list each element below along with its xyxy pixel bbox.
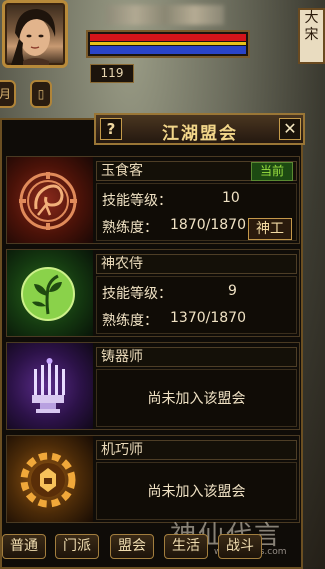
panel-title: 江湖盟会	[162, 124, 238, 144]
skill-level-row: 技能等级： 10	[102, 190, 240, 210]
skill-level-label: 技能等级：	[102, 286, 172, 302]
guild-stats: 尚未加入该盟会	[96, 369, 297, 427]
tab-general[interactable]: 普通	[2, 534, 46, 559]
guild-card-forge[interactable]: 铸器师 尚未加入该盟会	[6, 342, 300, 430]
divine-craft-button[interactable]: 神工	[248, 218, 292, 240]
portrait-art	[11, 9, 56, 65]
faction-banner: 大宋	[298, 8, 325, 64]
guild-emblem-zone	[7, 157, 93, 243]
rage-bar	[90, 42, 246, 45]
proficiency-label: 熟练度：	[102, 220, 158, 236]
moon-button[interactable]: 月	[0, 80, 16, 108]
skill-level-row: 技能等级： 9	[102, 283, 237, 303]
tab-combat[interactable]: 战斗	[218, 534, 262, 559]
panel-header: ? 江湖盟会 ✕	[94, 113, 305, 145]
guild-name: 铸器师	[96, 347, 297, 367]
guild-name: 机巧师	[96, 440, 297, 460]
proficiency-row: 熟练度： 1370/1870	[102, 310, 246, 330]
guild-emblem-zone	[7, 436, 93, 522]
skill-level-value: 9	[228, 283, 237, 299]
current-guild-badge: 当前	[251, 162, 293, 181]
guild-emblem-zone	[7, 250, 93, 336]
proficiency-label: 熟练度：	[102, 313, 158, 329]
status-bars	[86, 30, 250, 58]
guild-stats: 尚未加入该盟会	[96, 462, 297, 520]
tab-guild[interactable]: 盟会	[110, 534, 154, 559]
not-joined-text: 尚未加入该盟会	[147, 391, 246, 407]
close-button[interactable]: ✕	[279, 118, 301, 140]
proficiency-row: 熟练度： 1870/1870	[102, 217, 246, 237]
jade-food-emblem-icon	[19, 172, 77, 230]
guild-card-jade-food[interactable]: 玉食客 当前 技能等级： 10 熟练度： 1870/1870 神工	[6, 156, 300, 244]
proficiency-value: 1870/1870	[170, 217, 246, 233]
guild-stats: 技能等级： 10 熟练度： 1870/1870 神工	[96, 183, 297, 241]
chat-channel-tabs: 普通 门派 盟会 生活 战斗	[0, 531, 325, 569]
forge-emblem-icon	[32, 358, 65, 413]
player-hud: 119 月 ▯ 大宋	[0, 0, 325, 120]
help-button[interactable]: ?	[100, 118, 122, 140]
guild-emblem-zone	[7, 343, 93, 429]
guild-stats: 技能等级： 9 熟练度： 1370/1870	[96, 276, 297, 334]
phone-button[interactable]: ▯	[30, 80, 52, 108]
not-joined-text: 尚未加入该盟会	[147, 484, 246, 500]
guild-panel: ? 江湖盟会 ✕ 玉食客 当前 技能等级： 10 熟练度： 1870/1870 …	[0, 113, 305, 569]
guild-card-mechanist[interactable]: 机巧师 尚未加入该盟会	[6, 435, 300, 523]
guild-card-shennong[interactable]: 神农侍 技能等级： 9 熟练度： 1370/1870	[6, 249, 300, 337]
herb-emblem-icon	[21, 267, 75, 321]
hp-bar	[90, 34, 246, 41]
guild-name: 神农侍	[96, 254, 297, 274]
skill-level-value: 10	[222, 190, 240, 206]
tab-sect[interactable]: 门派	[55, 534, 99, 559]
player-name-obscured	[106, 5, 224, 25]
player-portrait[interactable]	[2, 0, 68, 68]
skill-level-label: 技能等级：	[102, 193, 172, 209]
proficiency-value: 1370/1870	[170, 310, 246, 326]
mp-bar	[90, 46, 246, 54]
player-level: 119	[90, 64, 134, 83]
gear-emblem-icon	[20, 452, 76, 508]
tab-life[interactable]: 生活	[164, 534, 208, 559]
